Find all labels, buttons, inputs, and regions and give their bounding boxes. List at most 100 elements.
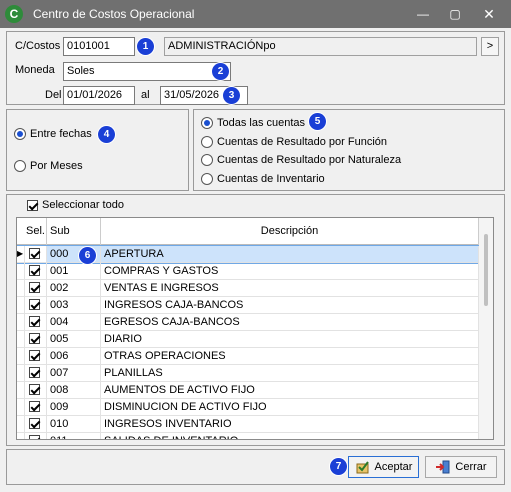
resultado-naturaleza-label: Cuentas de Resultado por Naturaleza — [217, 154, 402, 166]
table-row[interactable]: 006 OTRAS OPERACIONES — [17, 348, 479, 365]
row-code: 003 — [47, 297, 101, 313]
radio-dot-icon — [201, 136, 213, 148]
row-description: INGRESOS CAJA-BANCOS — [101, 297, 479, 313]
table-row[interactable]: 001 COMPRAS Y GASTOS — [17, 263, 479, 280]
row-pointer-icon — [17, 416, 25, 432]
radio-resultado-naturaleza[interactable]: Cuentas de Resultado por Naturaleza — [201, 154, 401, 166]
radio-resultado-funcion[interactable]: Cuentas de Resultado por Función — [201, 136, 387, 148]
badge-7: 7 — [330, 458, 347, 475]
seleccionar-todo-label: Seleccionar todo — [42, 199, 124, 211]
radio-por-meses[interactable]: Por Meses — [14, 160, 83, 172]
row-select-cell[interactable] — [25, 348, 47, 364]
row-description: INGRESOS INVENTARIO — [101, 416, 479, 432]
row-select-cell[interactable] — [25, 365, 47, 381]
col-header-descripcion[interactable]: Descripción — [101, 218, 479, 245]
row-select-cell[interactable] — [25, 263, 47, 279]
checkbox-icon — [29, 299, 40, 310]
cerrar-button[interactable]: Cerrar — [425, 456, 497, 478]
seleccionar-todo-checkbox[interactable]: Seleccionar todo — [27, 199, 124, 211]
aceptar-label: Aceptar — [374, 461, 413, 473]
table-row[interactable]: 010 INGRESOS INVENTARIO — [17, 416, 479, 433]
entre-fechas-label: Entre fechas — [30, 128, 92, 140]
fecha-desde-field[interactable]: 01/01/2026 — [63, 86, 135, 105]
row-pointer-icon — [17, 263, 25, 279]
radio-entre-fechas[interactable]: Entre fechas — [14, 128, 92, 140]
checkbox-icon — [29, 248, 40, 259]
row-description: COMPRAS Y GASTOS — [101, 263, 479, 279]
row-description: PLANILLAS — [101, 365, 479, 381]
row-description: EGRESOS CAJA-BANCOS — [101, 314, 479, 330]
table-row[interactable]: 003 INGRESOS CAJA-BANCOS — [17, 297, 479, 314]
col-header-sub-diario[interactable]: Sub Diario — [47, 218, 101, 264]
row-code: 006 — [47, 348, 101, 364]
radio-dot-icon — [201, 117, 213, 129]
row-select-cell[interactable] — [25, 246, 47, 262]
todas-cuentas-label: Todas las cuentas — [217, 117, 306, 129]
table-row[interactable]: 008 AUMENTOS DE ACTIVO FIJO — [17, 382, 479, 399]
checkbox-icon — [29, 265, 40, 276]
row-select-cell[interactable] — [25, 433, 47, 439]
checkbox-icon — [29, 384, 40, 395]
close-window-button[interactable]: ✕ — [472, 0, 506, 28]
checkbox-icon — [29, 316, 40, 327]
maximize-button[interactable]: ▢ — [438, 0, 472, 28]
cuentas-group: Todas las cuentas 5 Cuentas de Resultado… — [193, 109, 505, 191]
grid-scrollbar[interactable] — [479, 218, 493, 439]
radio-dot-icon — [201, 173, 213, 185]
ccostos-label: C/Costos — [15, 40, 61, 52]
checkbox-icon — [29, 333, 40, 344]
periodo-group: Entre fechas 4 Por Meses — [6, 109, 189, 191]
badge-1: 1 — [137, 38, 154, 55]
radio-dot-icon — [14, 128, 26, 140]
table-row[interactable]: 002 VENTAS E INGRESOS — [17, 280, 479, 297]
table-row[interactable]: 009 DISMINUCION DE ACTIVO FIJO — [17, 399, 479, 416]
resultado-funcion-label: Cuentas de Resultado por Función — [217, 136, 387, 148]
cuentas-inventario-label: Cuentas de Inventario — [217, 173, 325, 185]
moneda-field[interactable]: Soles — [63, 62, 231, 81]
del-label: Del — [45, 89, 62, 101]
aceptar-button[interactable]: Aceptar — [348, 456, 419, 478]
radio-todas-cuentas[interactable]: Todas las cuentas — [201, 117, 305, 129]
col-header-sel[interactable]: Sel. — [25, 218, 47, 245]
table-row[interactable]: 004 EGRESOS CAJA-BANCOS — [17, 314, 479, 331]
row-description: VENTAS E INGRESOS — [101, 280, 479, 296]
table-row[interactable]: 007 PLANILLAS — [17, 365, 479, 382]
row-pointer-icon — [17, 433, 25, 439]
row-select-cell[interactable] — [25, 382, 47, 398]
row-pointer-icon — [17, 399, 25, 415]
row-description: AUMENTOS DE ACTIVO FIJO — [101, 382, 479, 398]
badge-3: 3 — [223, 87, 240, 104]
title-bar: C Centro de Costos Operacional — ▢ ✕ — [0, 0, 511, 28]
row-pointer-icon — [17, 365, 25, 381]
row-pointer-icon — [17, 348, 25, 364]
row-select-cell[interactable] — [25, 399, 47, 415]
scrollbar-thumb[interactable] — [484, 234, 488, 306]
row-description: SALIDAS DE INVENTARIO — [101, 433, 479, 439]
row-select-cell[interactable] — [25, 297, 47, 313]
accept-icon — [356, 461, 369, 474]
row-select-cell[interactable] — [25, 314, 47, 330]
cerrar-label: Cerrar — [455, 461, 487, 473]
row-code: 010 — [47, 416, 101, 432]
row-pointer-icon — [17, 297, 25, 313]
al-label: al — [141, 89, 150, 101]
minimize-button[interactable]: — — [406, 0, 440, 28]
row-pointer-icon — [17, 382, 25, 398]
checkbox-icon — [29, 435, 40, 439]
ccostos-code-field[interactable]: 0101001 — [63, 37, 135, 56]
row-code: 001 — [47, 263, 101, 279]
table-row[interactable]: 005 DIARIO — [17, 331, 479, 348]
row-select-cell[interactable] — [25, 280, 47, 296]
ccostos-nav-button[interactable]: > — [481, 37, 499, 56]
row-code: 004 — [47, 314, 101, 330]
badge-4: 4 — [98, 126, 115, 143]
moneda-label: Moneda — [15, 64, 55, 76]
window-title: Centro de Costos Operacional — [33, 7, 195, 21]
table-row[interactable]: 011SALIDAS DE INVENTARIO — [17, 433, 479, 439]
checkbox-icon — [29, 350, 40, 361]
row-select-cell[interactable] — [25, 416, 47, 432]
checkbox-icon — [29, 367, 40, 378]
radio-cuentas-inventario[interactable]: Cuentas de Inventario — [201, 173, 325, 185]
row-select-cell[interactable] — [25, 331, 47, 347]
checkbox-icon — [29, 282, 40, 293]
